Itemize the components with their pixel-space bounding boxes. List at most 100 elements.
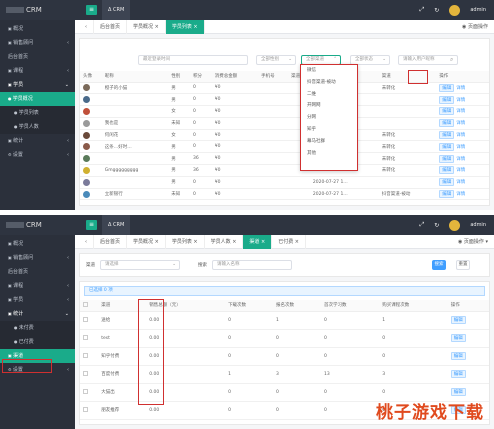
edit-button[interactable]: 编辑 bbox=[450, 352, 466, 360]
channel-option[interactable]: 其他 bbox=[301, 148, 357, 160]
channel-select[interactable]: 请选择 ⌄ bbox=[100, 260, 180, 270]
close-icon[interactable]: × bbox=[192, 24, 197, 30]
menu-toggle-icon[interactable]: ≡ bbox=[86, 220, 97, 230]
edit-button[interactable]: 编辑 bbox=[439, 119, 455, 128]
close-icon[interactable]: × bbox=[153, 24, 159, 30]
edit-button[interactable]: 编辑 bbox=[439, 83, 455, 92]
fullscreen-icon[interactable]: ⤢ bbox=[419, 6, 424, 14]
tab-2[interactable]: 学员列表 × bbox=[165, 19, 205, 34]
sidebar-item-3[interactable]: ▣ 课程 ‹ bbox=[0, 279, 75, 293]
edit-button[interactable]: 编辑 bbox=[450, 334, 466, 342]
username[interactable]: admin bbox=[470, 222, 486, 228]
avatar[interactable] bbox=[449, 4, 461, 16]
sidebar-item-1[interactable]: ▣ 销售顾问 ‹ bbox=[0, 251, 75, 265]
channel-option[interactable]: 微信 bbox=[301, 65, 357, 77]
edit-button[interactable]: 编辑 bbox=[450, 370, 466, 378]
detail-link[interactable]: 详情 bbox=[456, 98, 465, 103]
row-checkbox[interactable] bbox=[83, 389, 88, 394]
edit-button[interactable]: 编辑 bbox=[450, 388, 466, 396]
sidebar-item-7[interactable]: ● 已付费 bbox=[0, 335, 75, 349]
tab-5[interactable]: 已付费 × bbox=[272, 234, 306, 249]
close-icon[interactable]: × bbox=[293, 239, 299, 245]
tab-4[interactable]: 渠道 × bbox=[243, 234, 273, 249]
edit-button[interactable]: 编辑 bbox=[439, 166, 455, 175]
sidebar-item-5[interactable]: ▣ 统计 ⌄ bbox=[0, 307, 75, 321]
sidebar-item-3[interactable]: ▣ 课程 ‹ bbox=[0, 64, 75, 78]
date-filter-input[interactable]: 最近登录时间 bbox=[138, 55, 248, 65]
page-actions[interactable]: ◉ 页面操作 bbox=[462, 20, 488, 34]
page-actions[interactable]: ◉ 页面操作 ▾ bbox=[458, 235, 488, 249]
sidebar-item-9[interactable]: ⚙ 设置 ‹ bbox=[0, 148, 75, 162]
nickname-search-input[interactable]: 请输入用户昵称 bbox=[398, 55, 458, 65]
brand-logo[interactable]: CRM bbox=[6, 0, 78, 20]
tab-0[interactable]: 后台首页 bbox=[94, 234, 128, 249]
tab-1[interactable]: 学员概况 × bbox=[127, 234, 166, 249]
row-checkbox[interactable] bbox=[83, 407, 88, 412]
channel-option[interactable]: 开网网 bbox=[301, 100, 357, 112]
detail-link[interactable]: 详情 bbox=[456, 145, 465, 150]
sidebar-item-4[interactable]: ▣ 学员 ⌄ bbox=[0, 78, 75, 92]
sidebar-item-0[interactable]: ▣ 概况 bbox=[0, 237, 75, 251]
tab-prev-icon[interactable]: ‹ bbox=[79, 19, 94, 34]
refresh-icon[interactable]: ↻ bbox=[434, 222, 439, 229]
edit-button[interactable]: 编辑 bbox=[439, 95, 455, 104]
close-icon[interactable]: × bbox=[153, 239, 159, 245]
sidebar-item-8[interactable]: ▣ 统计 ‹ bbox=[0, 134, 75, 148]
gender-select[interactable]: 全部性别 ⌄ bbox=[256, 55, 296, 65]
detail-link[interactable]: 详情 bbox=[456, 121, 465, 126]
channel-option[interactable]: 幕马社群 bbox=[301, 136, 357, 148]
edit-button[interactable]: 编辑 bbox=[439, 178, 455, 187]
app-tab[interactable]: Δ CRM bbox=[102, 215, 131, 235]
reset-button[interactable]: 重置 bbox=[456, 260, 470, 270]
sidebar-item-6[interactable]: ● 未付费 bbox=[0, 321, 75, 335]
edit-button[interactable]: 编辑 bbox=[439, 107, 455, 116]
avatar[interactable] bbox=[449, 219, 461, 231]
brand-logo[interactable]: CRM bbox=[6, 215, 78, 235]
edit-button[interactable]: 编辑 bbox=[439, 131, 455, 140]
refresh-icon[interactable]: ↻ bbox=[434, 7, 439, 14]
app-tab[interactable]: Δ CRM bbox=[102, 0, 131, 20]
edit-button[interactable]: 编辑 bbox=[439, 190, 455, 199]
tab-2[interactable]: 学员列表 × bbox=[166, 234, 205, 249]
keyword-input[interactable]: 请输入名称 bbox=[212, 260, 292, 270]
channel-option[interactable]: 分网 bbox=[301, 112, 357, 124]
tab-0[interactable]: 后台首页 bbox=[94, 19, 128, 34]
row-checkbox[interactable] bbox=[83, 317, 88, 322]
tab-3[interactable]: 学员人数 × bbox=[205, 234, 244, 249]
detail-link[interactable]: 详情 bbox=[456, 168, 465, 173]
channel-option[interactable]: 二维 bbox=[301, 89, 357, 101]
detail-link[interactable]: 详情 bbox=[456, 192, 465, 197]
close-icon[interactable]: × bbox=[231, 239, 236, 245]
detail-link[interactable]: 详情 bbox=[456, 109, 465, 114]
row-checkbox[interactable] bbox=[83, 371, 88, 376]
row-checkbox[interactable] bbox=[83, 353, 88, 358]
channel-option[interactable]: 知乎 bbox=[301, 124, 357, 136]
detail-link[interactable]: 详情 bbox=[456, 157, 465, 162]
sidebar-item-0[interactable]: ▣ 概况 bbox=[0, 22, 75, 36]
edit-button[interactable]: 编辑 bbox=[439, 142, 455, 151]
sidebar-item-1[interactable]: ▣ 销售顾问 ‹ bbox=[0, 36, 75, 50]
select-all-checkbox[interactable] bbox=[83, 302, 88, 308]
row-checkbox[interactable] bbox=[83, 335, 88, 340]
close-icon[interactable]: × bbox=[259, 239, 265, 245]
detail-link[interactable]: 详情 bbox=[456, 180, 465, 185]
fullscreen-icon[interactable]: ⤢ bbox=[419, 221, 424, 229]
edit-button[interactable]: 编辑 bbox=[450, 316, 466, 324]
sidebar-item-2[interactable]: 后台首页 bbox=[0, 265, 75, 279]
edit-button[interactable]: 编辑 bbox=[439, 154, 455, 163]
sidebar-item-6[interactable]: ● 学员列表 bbox=[0, 106, 75, 120]
sidebar-item-5[interactable]: ● 学员概况 bbox=[0, 92, 75, 106]
username[interactable]: admin bbox=[470, 7, 486, 13]
search-icon[interactable]: ⌕ bbox=[450, 56, 453, 64]
menu-toggle-icon[interactable]: ≡ bbox=[86, 5, 97, 15]
sidebar-item-2[interactable]: 后台首页 bbox=[0, 50, 75, 64]
search-button[interactable]: 搜索 bbox=[432, 260, 446, 270]
detail-link[interactable]: 详情 bbox=[456, 133, 465, 138]
tab-prev-icon[interactable]: ‹ bbox=[79, 234, 94, 249]
channel-option[interactable]: 抖音渠道-被动 bbox=[301, 77, 357, 89]
sidebar-item-4[interactable]: ▣ 学员 ‹ bbox=[0, 293, 75, 307]
tab-1[interactable]: 学员概况 × bbox=[127, 19, 166, 34]
close-icon[interactable]: × bbox=[192, 239, 197, 245]
sidebar-item-7[interactable]: ● 学员人数 bbox=[0, 120, 75, 134]
detail-link[interactable]: 详情 bbox=[456, 86, 465, 91]
